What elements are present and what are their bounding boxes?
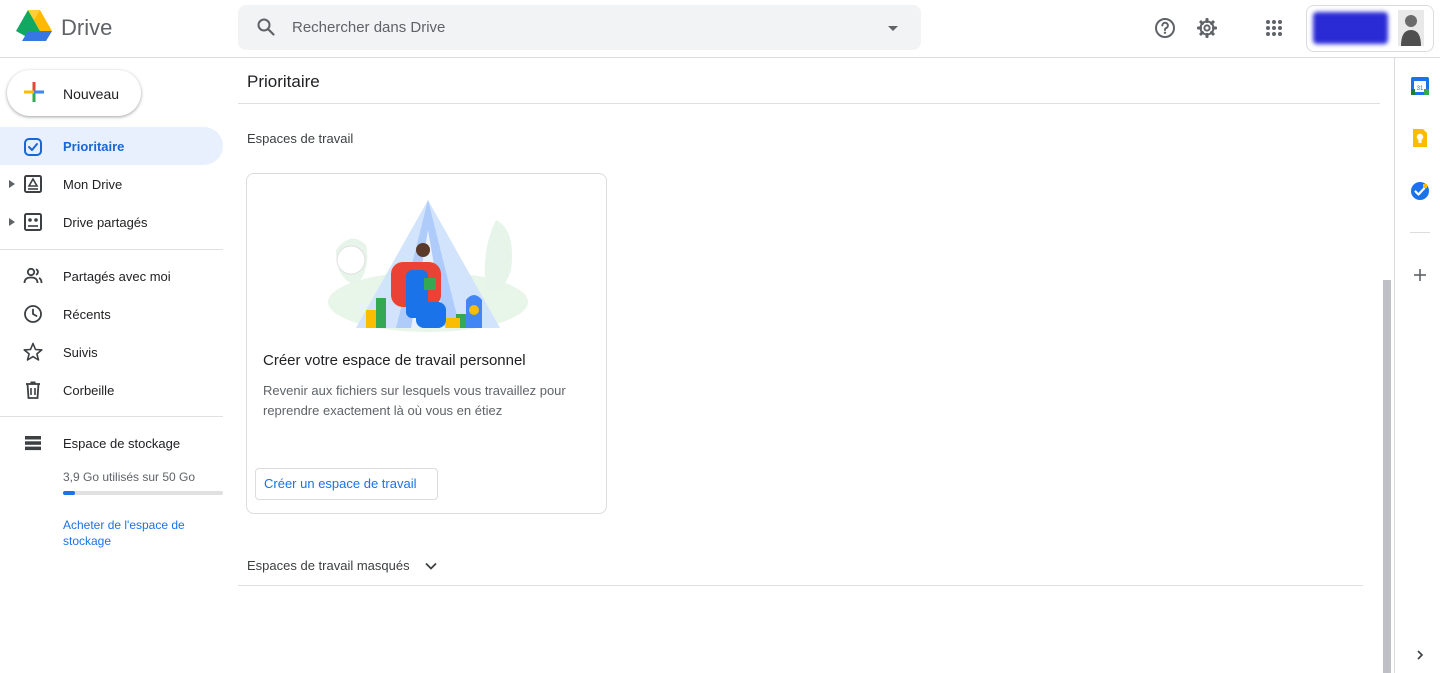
sidebar-item-label: Récents	[63, 307, 111, 322]
add-icon[interactable]	[1410, 265, 1430, 285]
side-panel	[1394, 58, 1440, 673]
drive-logo[interactable]	[16, 10, 52, 42]
sidebar-item-label: Corbeille	[63, 383, 115, 398]
my-drive-icon	[24, 175, 42, 193]
section-title: Espaces de travail	[247, 131, 354, 146]
svg-text:31: 31	[1417, 86, 1424, 92]
trash-icon	[26, 381, 40, 399]
plus-icon	[24, 82, 44, 102]
sidebar-divider	[0, 249, 223, 250]
create-workspace-label: Créer un espace de travail	[264, 476, 417, 491]
sidebar-item-label: Suivis	[63, 345, 98, 360]
help-icon[interactable]	[1153, 16, 1177, 40]
priority-icon	[24, 138, 42, 156]
sidebar-item-label: Partagés avec moi	[63, 269, 171, 284]
settings-icon[interactable]	[1195, 16, 1219, 40]
expand-caret-icon[interactable]	[9, 180, 15, 188]
sidebar-divider	[0, 416, 223, 417]
chevron-down-icon[interactable]	[424, 559, 438, 573]
storage-progress-bar	[63, 491, 223, 495]
expand-caret-icon[interactable]	[9, 218, 15, 226]
sidebar-item-label: Prioritaire	[63, 139, 125, 154]
star-icon	[23, 342, 43, 361]
card-title: Créer votre espace de travail personnel	[263, 352, 526, 369]
app-title[interactable]: Drive	[61, 15, 112, 41]
sidebar-item-label: Espace de stockage	[63, 436, 181, 451]
buy-storage-link[interactable]: Acheter de l'espace de stockage	[63, 517, 213, 549]
storage-progress-fill	[63, 491, 75, 495]
title-divider	[238, 103, 1394, 104]
clock-icon	[24, 305, 42, 323]
tasks-icon[interactable]	[1410, 181, 1430, 201]
hidden-workspaces-toggle[interactable]: Espaces de travail masqués	[247, 558, 410, 573]
calendar-icon[interactable]: 31	[1410, 76, 1430, 96]
workspace-illustration	[328, 200, 528, 332]
search-icon[interactable]	[256, 17, 276, 37]
card-description: Revenir aux fichiers sur lesquels vous t…	[263, 383, 566, 418]
storage-icon	[25, 436, 41, 451]
page-title: Prioritaire	[247, 72, 320, 91]
search-options-icon[interactable]	[884, 19, 902, 37]
avatar[interactable]	[1398, 10, 1424, 46]
organization-logo	[1313, 12, 1388, 44]
storage-usage-text: 3,9 Go utilisés sur 50 Go	[63, 470, 196, 484]
search-input[interactable]	[292, 14, 852, 40]
new-button-label: Nouveau	[63, 86, 120, 102]
hidden-section-divider	[238, 585, 1363, 586]
shared-with-me-icon	[23, 267, 43, 284]
sidebar-item-label: Mon Drive	[63, 177, 123, 192]
scrollbar-thumb[interactable]	[1383, 280, 1391, 673]
side-panel-divider	[1410, 232, 1430, 233]
shared-drives-icon	[24, 213, 42, 231]
chevron-right-icon[interactable]	[1413, 648, 1427, 662]
keep-icon[interactable]	[1410, 128, 1430, 148]
apps-icon[interactable]	[1262, 16, 1286, 40]
sidebar-item-label: Drive partagés	[63, 215, 148, 230]
